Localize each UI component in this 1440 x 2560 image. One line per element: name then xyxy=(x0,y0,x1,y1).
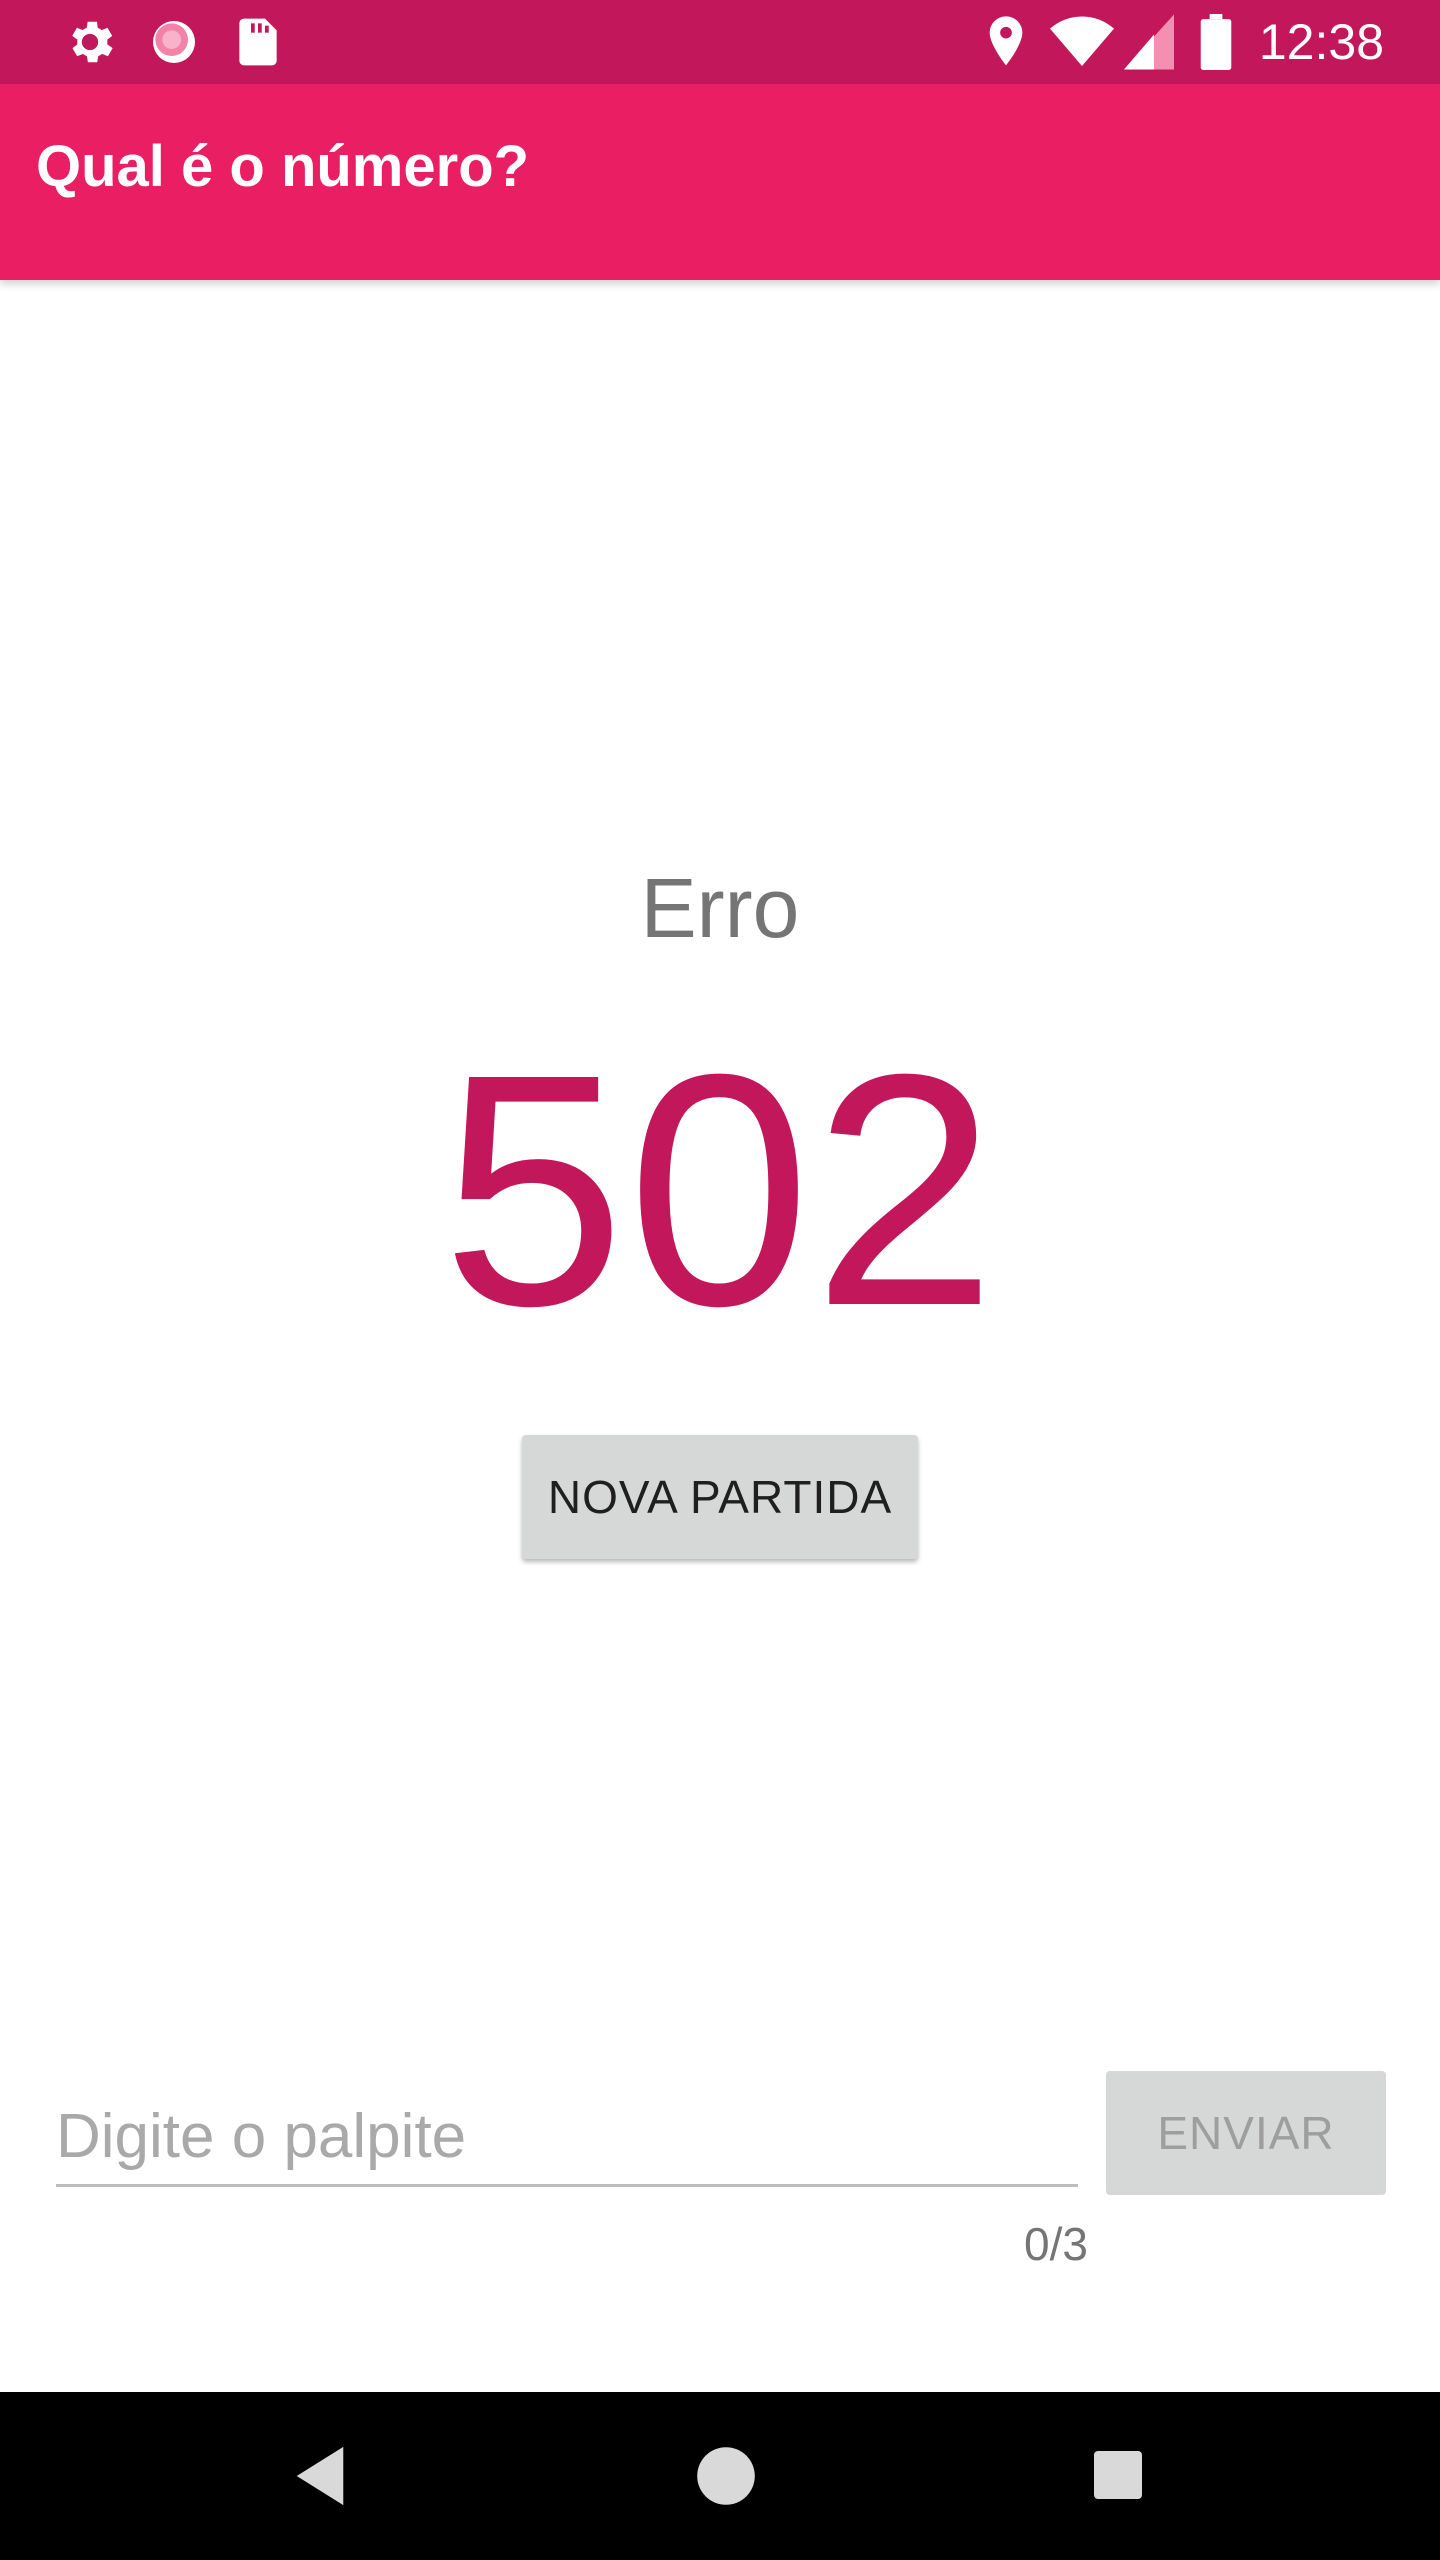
status-bar: 12:38 xyxy=(0,0,1440,84)
sync-icon xyxy=(146,14,202,70)
status-label: Erro xyxy=(640,861,800,955)
app-bar: Qual é o número? xyxy=(0,84,1440,280)
gear-icon xyxy=(62,14,118,70)
location-icon xyxy=(982,14,1030,70)
recents-icon[interactable] xyxy=(1094,2446,1142,2504)
send-button[interactable]: ENVIAR xyxy=(1106,2071,1386,2195)
app-screen: 12:38 Qual é o número? Erro 502 NOVA PAR… xyxy=(0,0,1440,2560)
app-title: Qual é o número? xyxy=(36,134,530,199)
guess-underline xyxy=(56,2184,1078,2187)
wifi-icon xyxy=(1050,14,1114,70)
status-time: 12:38 xyxy=(1258,14,1384,70)
new-game-button[interactable]: NOVA PARTIDA xyxy=(522,1435,918,1559)
sd-card-icon xyxy=(232,14,284,70)
signal-icon xyxy=(1124,14,1174,70)
guess-input[interactable] xyxy=(56,2070,1078,2186)
number-display: 502 xyxy=(441,1005,999,1374)
home-icon[interactable] xyxy=(694,2444,758,2508)
battery-icon xyxy=(1200,14,1232,70)
char-counter: 0/3 xyxy=(1024,2218,1088,2270)
guess-field xyxy=(56,2070,1078,2190)
back-icon[interactable] xyxy=(290,2444,350,2508)
nav-bar xyxy=(0,2392,1440,2560)
